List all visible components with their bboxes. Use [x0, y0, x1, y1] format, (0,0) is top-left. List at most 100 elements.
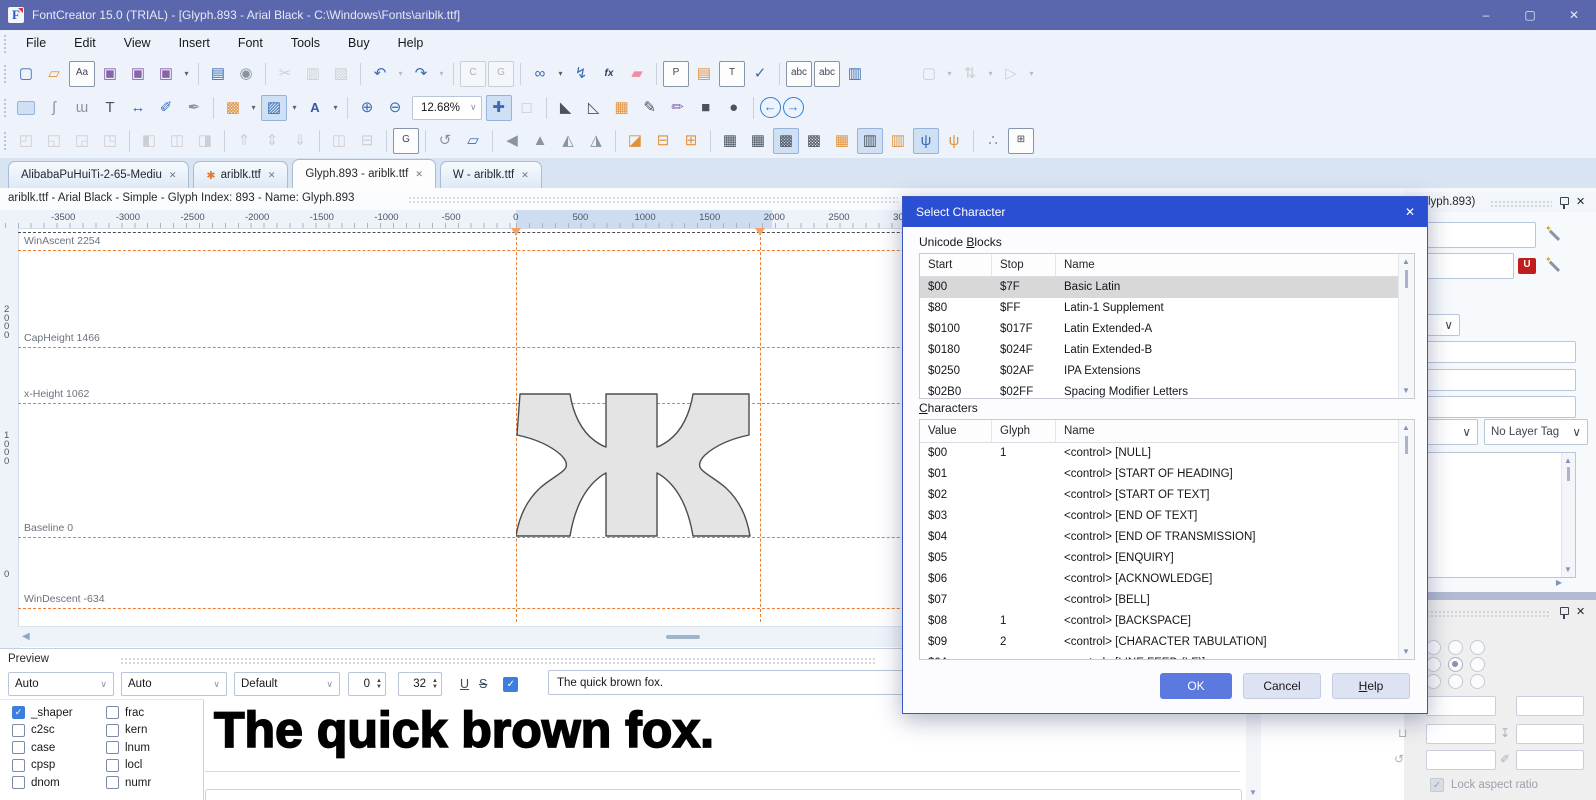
tab-ariblk-ttf[interactable]: ✱ariblk.ttf✕ — [193, 161, 288, 188]
scroll-down-icon[interactable]: ▼ — [1564, 565, 1572, 574]
insert-ellipse-button[interactable]: ● — [721, 95, 747, 121]
mirror-horizontal-button[interactable]: ◀ — [499, 128, 525, 154]
rotate-cw-button[interactable]: ◮ — [583, 128, 609, 154]
insert-image-button[interactable]: ▦ — [609, 95, 635, 121]
lock-metrics-button[interactable]: ▥ — [885, 128, 911, 154]
scroll-left-icon[interactable]: ◀ — [22, 631, 30, 642]
eraser-button[interactable]: ▰ — [624, 61, 650, 87]
tab-w-ariblk-ttf[interactable]: W - ariblk.ttf✕ — [440, 161, 542, 188]
scroll-thumb[interactable] — [1405, 270, 1408, 288]
measure-tool[interactable]: ↔ — [125, 95, 151, 121]
column-header[interactable]: Stop — [992, 254, 1056, 276]
grid-detach-button[interactable]: ▦ — [745, 128, 771, 154]
glyph-transform-button[interactable]: G — [393, 128, 419, 154]
background-image-button[interactable]: ▩ — [220, 95, 246, 121]
scroll-up-icon[interactable]: ▲ — [1564, 456, 1572, 465]
table-row[interactable]: $01<control> [START OF HEADING] — [920, 464, 1414, 485]
glyph-outline-zhe[interactable] — [516, 393, 756, 538]
preview-vertical-scrollbar[interactable]: ▼ — [1246, 709, 1261, 800]
table-row[interactable]: $0180$024FLatin Extended-B — [920, 340, 1414, 361]
unlink-button[interactable]: ↯ — [568, 61, 594, 87]
web-preview-button[interactable]: abc — [814, 61, 840, 87]
origin-radio-middle-right[interactable] — [1470, 657, 1485, 672]
rotate-button[interactable]: ↺ — [432, 128, 458, 154]
menu-file[interactable]: File — [12, 30, 60, 57]
comments-listbox[interactable]: ▲ ▼ — [1408, 452, 1576, 578]
table-row[interactable]: $00$7FBasic Latin — [920, 277, 1414, 298]
close-button[interactable]: ✕ — [1552, 0, 1596, 30]
left-bearing-handle[interactable] — [511, 228, 521, 236]
menu-buy[interactable]: Buy — [334, 30, 384, 57]
feature-checkbox[interactable] — [12, 759, 25, 772]
guidelines-detach-button[interactable]: ▩ — [801, 128, 827, 154]
tab-close-icon[interactable]: ✕ — [169, 170, 177, 181]
table-row[interactable]: $04<control> [END OF TRANSMISSION] — [920, 527, 1414, 548]
feature-checkbox[interactable] — [106, 724, 119, 737]
feature-checkbox[interactable] — [12, 776, 25, 789]
scroll-right-icon[interactable]: ▶ — [1556, 578, 1562, 587]
new-font-button[interactable]: ▢ — [13, 61, 39, 87]
font-color-button[interactable]: A — [302, 95, 328, 121]
x-position-field[interactable] — [1426, 696, 1496, 716]
scroll-up-icon[interactable]: ▲ — [1402, 423, 1410, 432]
draw-pencil-button[interactable]: ✏ — [665, 95, 691, 121]
scroll-down-icon[interactable]: ▼ — [1402, 386, 1410, 395]
rotate-ccw-button[interactable]: ◭ — [555, 128, 581, 154]
close-panel-icon[interactable]: ✕ — [1576, 195, 1585, 208]
table-row[interactable]: $02B0$02FFSpacing Modifier Letters — [920, 382, 1414, 399]
grid-button[interactable]: ▦ — [717, 128, 743, 154]
menu-tools[interactable]: Tools — [277, 30, 334, 57]
save-button[interactable]: ▣ — [97, 61, 123, 87]
feature-checkbox[interactable] — [12, 724, 25, 737]
table-row[interactable]: $03<control> [END OF TEXT] — [920, 506, 1414, 527]
guidelines-button[interactable]: ▩ — [773, 128, 799, 154]
undo-button[interactable]: ↶ — [367, 61, 393, 87]
knife-tool[interactable]: ✐ — [153, 95, 179, 121]
script-combobox[interactable]: Auto ∨ — [8, 672, 114, 696]
tracking-spinner[interactable]: 0 ▲▼ — [348, 672, 386, 696]
lock-aspect-checkbox[interactable]: ✓ — [1430, 778, 1444, 792]
draw-contour-button[interactable]: ✎ — [637, 95, 663, 121]
table-row[interactable]: $0100$017FLatin Extended-A — [920, 319, 1414, 340]
preview-enabled-checkbox[interactable]: ✓ — [503, 677, 518, 692]
pin-icon[interactable] — [1560, 607, 1569, 615]
featureset-combobox[interactable]: Default ∨ — [234, 672, 340, 696]
strikeout-toggle[interactable]: S — [479, 677, 487, 691]
table-row[interactable]: $092<control> [CHARACTER TABULATION] — [920, 632, 1414, 653]
zoom-in-button[interactable]: ⊕ — [354, 95, 380, 121]
skew-field[interactable] — [1516, 750, 1584, 770]
panel-field-3[interactable] — [1408, 396, 1576, 418]
origin-radio-bottom-right[interactable] — [1470, 674, 1485, 689]
cancel-button[interactable]: Cancel — [1243, 673, 1321, 699]
scroll-up-icon[interactable]: ▲ — [1402, 257, 1410, 266]
free-transform-button[interactable]: ▱ — [460, 128, 486, 154]
origin-radio-top-right[interactable] — [1470, 640, 1485, 655]
origin-radio-top-center[interactable] — [1448, 640, 1463, 655]
menu-view[interactable]: View — [110, 30, 165, 57]
select-tool[interactable] — [17, 101, 35, 115]
background-image-dropdown[interactable]: ▾ — [248, 95, 259, 121]
tab-glyph-893-ariblk-ttf[interactable]: Glyph.893 - ariblk.ttf✕ — [292, 159, 435, 188]
height-field[interactable] — [1516, 724, 1584, 744]
splitter-handle[interactable] — [666, 635, 700, 639]
magic-wand-icon[interactable] — [1546, 258, 1562, 274]
blocks-scrollbar[interactable]: ▲ ▼ — [1398, 254, 1414, 398]
anchor-button[interactable]: ψ — [913, 128, 939, 154]
menu-edit[interactable]: Edit — [60, 30, 110, 57]
zoom-out-button[interactable]: ⊖ — [382, 95, 408, 121]
close-panel-icon[interactable]: ✕ — [1576, 605, 1585, 618]
column-header[interactable]: Start — [920, 254, 992, 276]
validate-button[interactable]: ✓ — [747, 61, 773, 87]
navigate-forward-button[interactable]: → — [783, 97, 804, 118]
mirror-vertical-button[interactable]: ▲ — [527, 128, 553, 154]
language-combobox[interactable]: Auto ∨ — [121, 672, 227, 696]
origin-radio-bottom-center[interactable] — [1448, 674, 1463, 689]
help-button[interactable]: Help — [1332, 673, 1410, 699]
feature-checkbox[interactable] — [106, 759, 119, 772]
feature-checkbox[interactable] — [106, 776, 119, 789]
find-button[interactable]: ◉ — [233, 61, 259, 87]
vertical-ruler[interactable]: 2 0 0 01 0 0 00 — [0, 228, 19, 648]
fill-tool[interactable]: ✒ — [181, 95, 207, 121]
origin-radio-top-left[interactable] — [1426, 640, 1441, 655]
column-header[interactable]: Glyph — [992, 420, 1056, 442]
